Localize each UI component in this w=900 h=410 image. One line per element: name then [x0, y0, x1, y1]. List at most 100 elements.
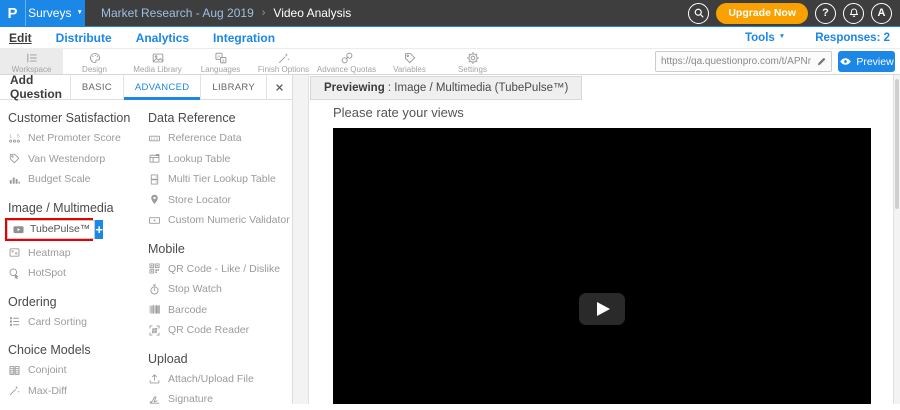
previewing-label: Previewing	[324, 82, 385, 94]
question-type-heatmap[interactable]: Heatmap	[8, 243, 140, 264]
section-title-ordering: Ordering	[8, 295, 140, 309]
close-icon	[275, 83, 284, 92]
chain-icon	[340, 51, 354, 65]
panel-tab-basic[interactable]: BASIC	[70, 75, 123, 99]
hotspot-icon	[8, 267, 21, 280]
play-button[interactable]	[579, 293, 625, 325]
questionpro-logo: P	[0, 0, 26, 26]
question-type-card-sorting[interactable]: Card Sorting	[8, 312, 140, 333]
toolbar-item-label: Variables	[393, 65, 426, 74]
svg-text:*: *	[153, 217, 156, 226]
survey-url-input[interactable]: https://qa.questionpro.com/t/APNrFZf3p	[656, 56, 811, 67]
question-type-label: Net Promoter Score	[28, 132, 121, 144]
question-type-label: Max-Diff	[28, 385, 67, 397]
chevron-down-icon: ▼	[779, 34, 785, 41]
breadcrumb: Market Research - Aug 2019 › Video Analy…	[101, 0, 351, 26]
question-type-qr-code-reader[interactable]: QR Code Reader	[148, 320, 285, 341]
question-type-conjoint[interactable]: Conjoint	[8, 360, 140, 381]
avatar[interactable]: A	[871, 3, 892, 24]
question-type-max-diff[interactable]: Max-Diff	[8, 381, 140, 402]
navbar-actions: Upgrade Now ? A	[688, 0, 900, 26]
question-type-label: Heatmap	[28, 247, 71, 259]
video-player[interactable]	[333, 128, 871, 404]
question-type-custom-numeric-validator[interactable]: *Custom Numeric Validator	[148, 210, 285, 231]
question-type-reference-data[interactable]: 123Reference Data	[148, 128, 285, 149]
selected-question-highlight: TubePulse™+	[5, 218, 93, 241]
toolbar-item-workspace[interactable]: Workspace	[0, 49, 63, 74]
responses-link[interactable]: Responses: 2	[815, 32, 890, 44]
question-column-2: Data Reference123Reference DataLookup Ta…	[140, 100, 285, 410]
question-type-signature[interactable]: Signature	[148, 389, 285, 410]
previewing-tab: Previewing : Image / Multimedia (TubePul…	[310, 76, 582, 100]
question-type-lookup-table[interactable]: Lookup Table	[148, 149, 285, 170]
avatar-initial: A	[878, 7, 886, 19]
question-type-store-locator[interactable]: Store Locator	[148, 190, 285, 211]
video-icon	[12, 223, 25, 236]
question-type-label: Card Sorting	[28, 316, 87, 328]
section-title-mobile: Mobile	[148, 242, 285, 256]
breadcrumb-survey-name[interactable]: Market Research - Aug 2019	[101, 6, 254, 20]
toolbar-item-languages[interactable]: AaLanguages	[189, 49, 252, 74]
toolbar-item-advance-quotas[interactable]: Advance Quotas	[315, 49, 378, 74]
nav-tab-integration[interactable]: Integration	[213, 31, 275, 45]
question-type-multi-tier-lookup-table[interactable]: Multi Tier Lookup Table	[148, 169, 285, 190]
nav-tab-distribute[interactable]: Distribute	[56, 31, 112, 45]
toolbar-item-design[interactable]: Design	[63, 49, 126, 74]
add-question-button[interactable]: +	[95, 220, 103, 239]
question-type-label: HotSpot	[28, 267, 66, 279]
section-title-upload: Upload	[148, 352, 285, 366]
toolbar-item-variables[interactable]: Variables	[378, 49, 441, 74]
upgrade-now-button[interactable]: Upgrade Now	[716, 3, 808, 24]
chevron-down-icon: ▼	[76, 10, 82, 17]
notifications-button[interactable]	[843, 3, 864, 24]
eye-icon	[839, 55, 852, 68]
toolbar-item-label: Languages	[201, 65, 241, 74]
heatmap-icon	[8, 246, 21, 259]
question-type-van-westendorp[interactable]: Van Westendorp	[8, 149, 140, 170]
panel-tab-advanced[interactable]: ADVANCED	[123, 75, 200, 99]
stopwatch-icon	[148, 283, 161, 296]
help-button[interactable]: ?	[815, 3, 836, 24]
question-type-label: Store Locator	[168, 194, 231, 206]
survey-url-box: https://qa.questionpro.com/t/APNrFZf3p	[655, 51, 832, 72]
edit-url-button[interactable]	[811, 56, 831, 67]
question-type-label: TubePulse™	[30, 223, 90, 235]
question-type-label: Signature	[168, 393, 213, 405]
pencil-icon	[816, 56, 827, 67]
svg-text:1: 1	[9, 133, 12, 139]
workspace-icon	[25, 51, 39, 65]
tools-menu[interactable]: Tools ▼	[745, 32, 785, 44]
wand-icon	[8, 384, 21, 397]
panel-tab-library[interactable]: LIBRARY	[200, 75, 266, 99]
add-question-header: Add Question BASICADVANCEDLIBRARY	[0, 75, 292, 100]
question-column-1: Customer Satisfaction15Net Promoter Scor…	[0, 100, 140, 410]
question-type-stop-watch[interactable]: Stop Watch	[148, 279, 285, 300]
toolbar-item-media-library[interactable]: Media Library	[126, 49, 189, 74]
qr-reader-icon	[148, 324, 161, 337]
wand-icon	[277, 51, 291, 65]
scrollbar-thumb[interactable]	[895, 79, 899, 209]
nav-tab-edit[interactable]: Edit	[9, 31, 32, 45]
image-icon	[151, 51, 165, 65]
question-type-qr-code-like-dislike[interactable]: QR Code - Like / Dislike	[148, 259, 285, 280]
question-type-hotspot[interactable]: HotSpot	[8, 263, 140, 284]
question-type-net-promoter-score[interactable]: 15Net Promoter Score	[8, 128, 140, 149]
nav-tab-analytics[interactable]: Analytics	[136, 31, 189, 45]
panel-title: Add Question	[0, 75, 70, 99]
product-menu-label: Surveys	[28, 6, 71, 20]
brand-menu[interactable]: P Surveys ▼	[0, 0, 85, 26]
lookup-table-icon	[148, 152, 161, 165]
toolbar-item-settings[interactable]: Settings	[441, 49, 504, 74]
close-panel-button[interactable]	[266, 75, 292, 99]
page-scrollbar[interactable]	[893, 75, 900, 404]
question-type-barcode[interactable]: Barcode	[148, 300, 285, 321]
question-type-attach-upload-file[interactable]: Attach/Upload File	[148, 369, 285, 390]
toolbar-item-finish-options[interactable]: Finish Options	[252, 49, 315, 74]
map-pin-icon	[148, 193, 161, 206]
preview-label: Preview	[856, 56, 893, 68]
question-type-budget-scale[interactable]: Budget Scale	[8, 169, 140, 190]
question-type-tubepulse[interactable]: TubePulse™	[7, 220, 95, 239]
question-type-label: Reference Data	[168, 132, 242, 144]
preview-button[interactable]: Preview	[838, 51, 895, 72]
search-button[interactable]	[688, 3, 709, 24]
